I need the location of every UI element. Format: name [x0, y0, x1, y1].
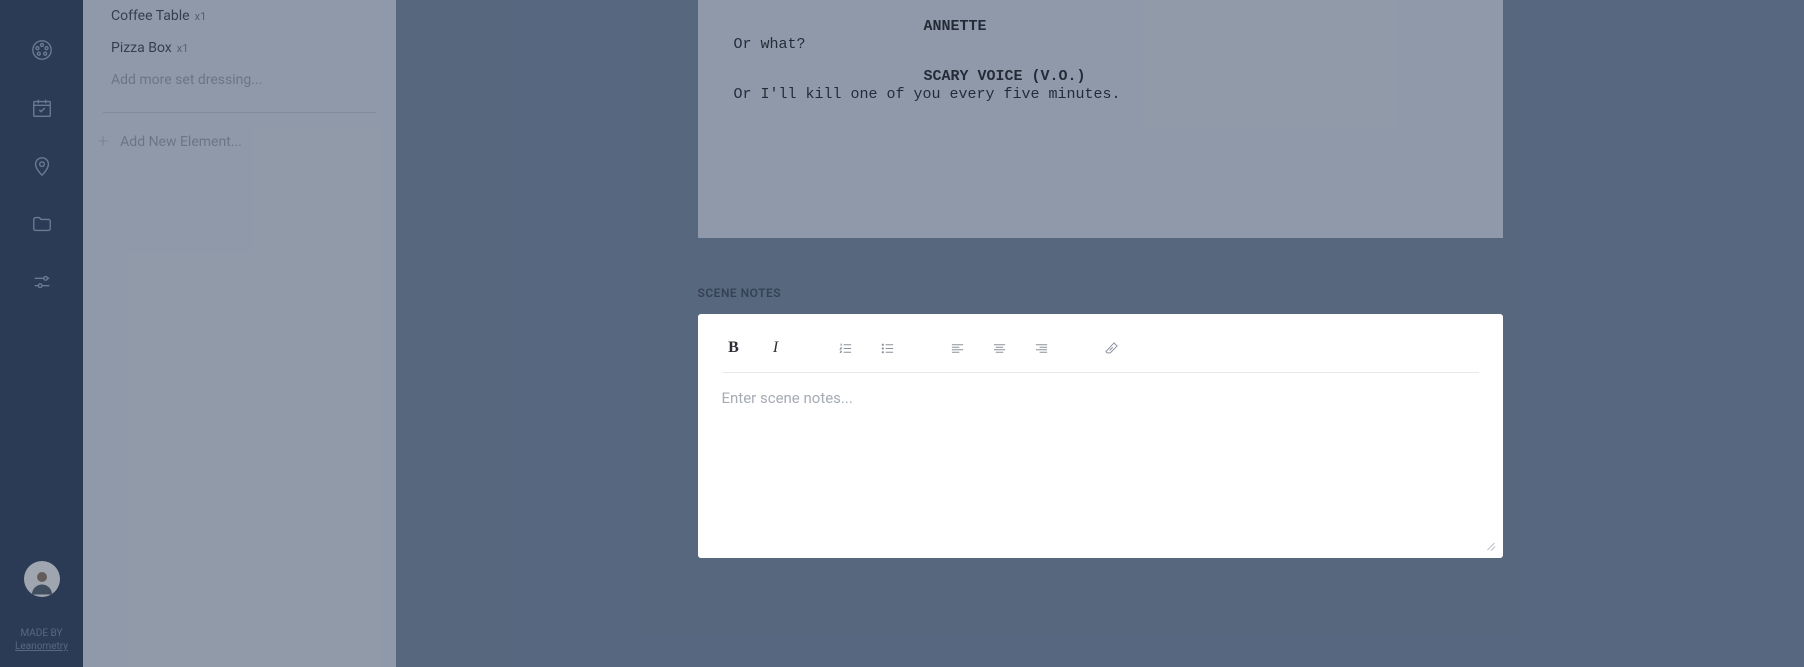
element-qty: x1 [177, 42, 189, 55]
add-more-input[interactable]: Add more set dressing... [103, 64, 376, 104]
made-by-credit: MADE BY Leanometry [0, 627, 83, 653]
italic-button[interactable]: I [764, 336, 788, 360]
notes-toolbar: B I [722, 336, 1479, 373]
character-name: ANNETTE [924, 18, 1467, 36]
nav-reel-icon[interactable] [22, 30, 62, 70]
align-left-button[interactable] [946, 336, 970, 360]
nav-calendar-icon[interactable] [22, 88, 62, 128]
unordered-list-button[interactable] [876, 336, 900, 360]
scene-notes-label: SCENE NOTES [698, 286, 1503, 300]
user-avatar[interactable] [24, 561, 60, 597]
nav-location-icon[interactable] [22, 146, 62, 186]
left-nav-rail: MADE BY Leanometry [0, 0, 83, 667]
element-qty: x1 [195, 10, 207, 23]
element-label: Coffee Table [111, 8, 190, 24]
elements-panel: Coffee Table x1 Pizza Box x1 Add more se… [83, 0, 396, 667]
add-new-element-button[interactable]: + Add New Element... [103, 113, 376, 152]
dialogue-line: Or I'll kill one of you every five minut… [734, 86, 1467, 104]
made-by-label: MADE BY [0, 627, 83, 640]
made-by-brand[interactable]: Leanometry [0, 640, 83, 653]
scene-notes-card: B I [698, 314, 1503, 558]
add-new-label: Add New Element... [120, 134, 242, 150]
notes-textarea[interactable]: Enter scene notes... [722, 373, 1479, 538]
align-right-button[interactable] [1030, 336, 1054, 360]
nav-sliders-icon[interactable] [22, 262, 62, 302]
character-name: SCARY VOICE (V.O.) [924, 68, 1467, 86]
dialogue-line: Or what? [734, 36, 1467, 54]
align-center-button[interactable] [988, 336, 1012, 360]
main-content: ANNETTE Or what? SCARY VOICE (V.O.) Or I… [396, 0, 1804, 667]
bold-button[interactable]: B [722, 336, 746, 360]
element-item[interactable]: Pizza Box x1 [103, 32, 376, 64]
plus-icon: + [98, 131, 108, 152]
element-label: Pizza Box [111, 40, 172, 56]
eraser-button[interactable] [1100, 336, 1124, 360]
resize-handle[interactable] [1483, 538, 1495, 550]
nav-folder-icon[interactable] [22, 204, 62, 244]
element-item[interactable]: Coffee Table x1 [103, 0, 376, 32]
ordered-list-button[interactable] [834, 336, 858, 360]
script-page: ANNETTE Or what? SCARY VOICE (V.O.) Or I… [698, 0, 1503, 238]
